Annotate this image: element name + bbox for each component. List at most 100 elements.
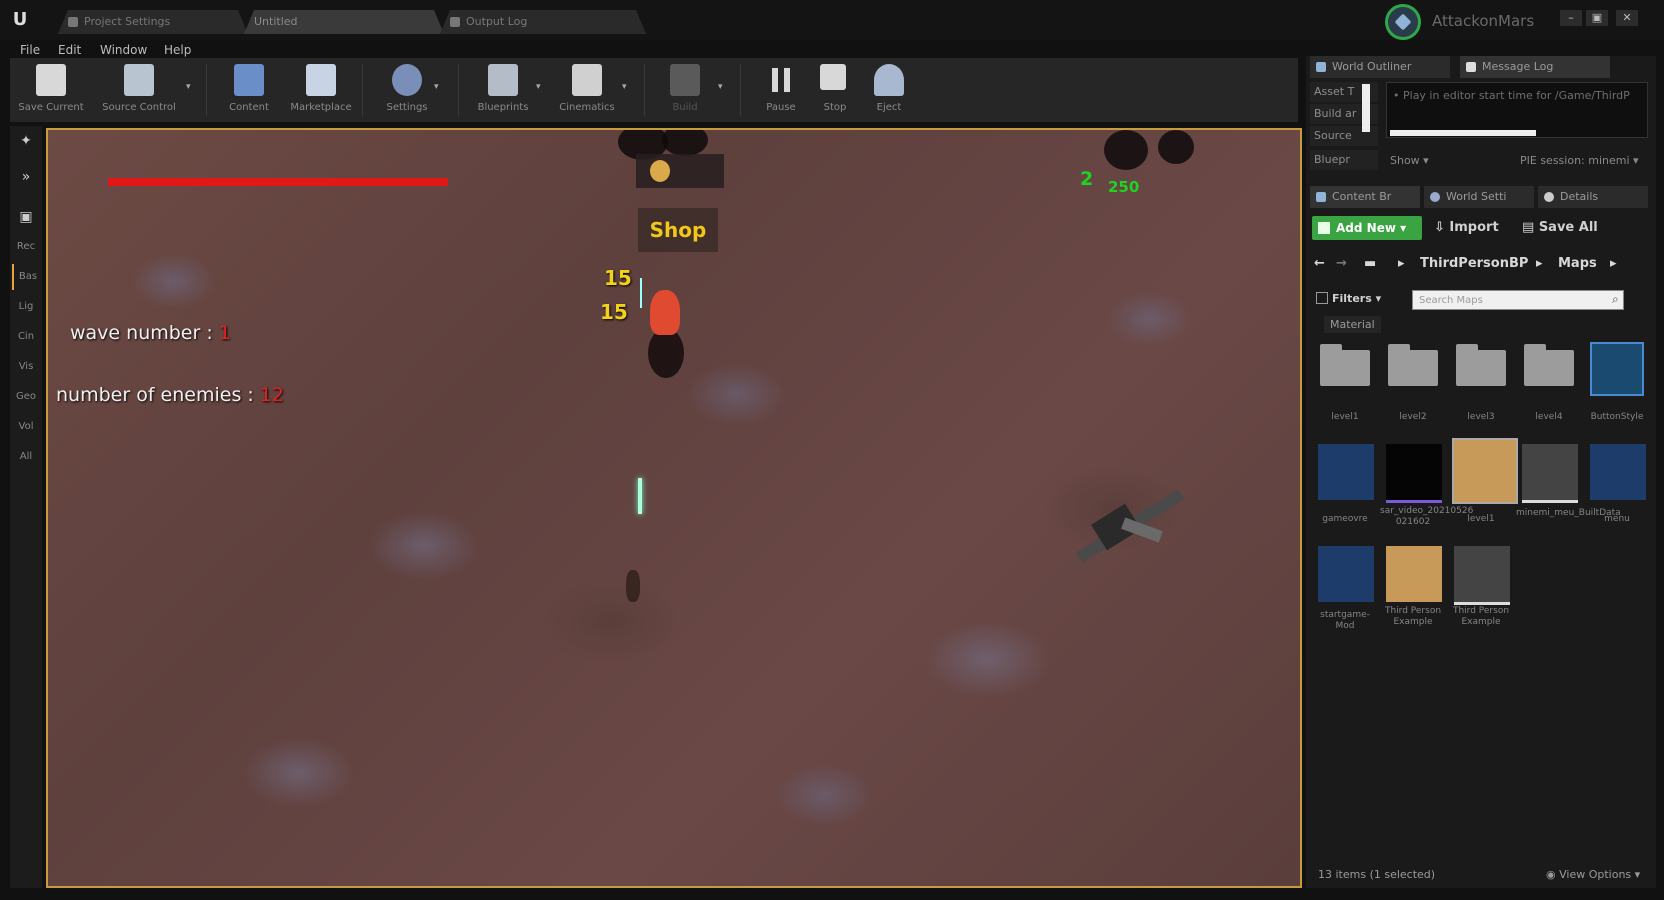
build-dropdown-icon[interactable]: ▾ xyxy=(718,82,723,92)
minimize-button[interactable]: – xyxy=(1560,10,1582,26)
save-current-button[interactable]: Save Current xyxy=(18,60,84,120)
folder-icon[interactable] xyxy=(1320,344,1370,386)
asset-label: level2 xyxy=(1399,412,1427,422)
project-name: AttackonMars xyxy=(1432,12,1535,30)
mode-visual[interactable]: Vis xyxy=(12,354,40,380)
widget-blueprint-icon[interactable] xyxy=(1318,444,1374,500)
settings-tab-icon xyxy=(68,17,78,27)
breadcrumb-maps[interactable]: Maps xyxy=(1558,256,1597,271)
unreal-logo-icon[interactable]: U xyxy=(6,6,34,34)
toolbar-divider xyxy=(644,64,645,116)
place-mode-icon[interactable]: ✦ xyxy=(12,128,40,154)
level-asset-icon[interactable] xyxy=(1386,546,1442,602)
built-data-icon[interactable] xyxy=(1522,444,1578,503)
folder-icon[interactable] xyxy=(1524,344,1574,386)
source-control-button[interactable]: Source Control xyxy=(102,60,176,120)
eye-icon: ◉ xyxy=(1546,868,1560,881)
mode-recent[interactable]: Rec xyxy=(12,234,40,260)
built-data-icon[interactable] xyxy=(1454,546,1510,605)
money-count: 250 xyxy=(1108,178,1140,196)
menu-file[interactable]: File xyxy=(20,40,40,60)
add-new-icon xyxy=(1318,222,1330,234)
mode-lights[interactable]: Lig xyxy=(12,294,40,320)
asset-label: startgame-Mod xyxy=(1320,610,1370,631)
expand-mode-icon[interactable]: » xyxy=(12,164,40,190)
mode-all-classes[interactable]: All xyxy=(12,444,40,470)
settings-dropdown-icon[interactable]: ▾ xyxy=(434,82,439,92)
game-viewport[interactable]: wave number :1 number of enemies :12 Sho… xyxy=(46,128,1302,888)
mode-geometry[interactable]: Geo xyxy=(12,384,40,410)
content-button[interactable]: Content xyxy=(218,60,280,120)
mode-volumes[interactable]: Vol xyxy=(12,414,40,440)
tab-content-browser[interactable]: Content Br xyxy=(1310,186,1420,208)
damage-number: 15 xyxy=(600,300,628,324)
tab-message-log[interactable]: Message Log xyxy=(1460,56,1610,78)
breadcrumb-separator-icon: ▸ xyxy=(1536,256,1543,271)
save-all-button[interactable]: ▤ Save All xyxy=(1522,220,1598,235)
weapon-beam xyxy=(640,278,642,308)
pie-session-dropdown[interactable]: PIE session: minemi ▾ xyxy=(1520,154,1639,167)
level-asset-icon[interactable] xyxy=(1452,438,1518,504)
settings-button[interactable]: Settings xyxy=(376,60,438,120)
build-button[interactable]: Build xyxy=(654,60,716,120)
shop-button[interactable]: Shop xyxy=(638,208,718,252)
blueprints-button[interactable]: Blueprints xyxy=(472,60,534,120)
marketplace-button[interactable]: Marketplace xyxy=(290,60,352,120)
close-button[interactable]: ✕ xyxy=(1616,10,1638,26)
gamemode-asset-icon[interactable] xyxy=(1318,546,1374,602)
wave-counter: wave number :1 xyxy=(70,322,231,344)
view-options-button[interactable]: ◉ View Options ▾ xyxy=(1546,868,1640,881)
filter-chip-material[interactable]: Material xyxy=(1324,316,1381,333)
filters-dropdown[interactable]: Filters ▾ xyxy=(1332,292,1381,305)
tab-details[interactable]: Details xyxy=(1538,186,1648,208)
category-scrollbar[interactable] xyxy=(1362,84,1370,132)
message-scrollbar[interactable] xyxy=(1390,130,1536,136)
maximize-button[interactable]: ▣ xyxy=(1586,10,1608,26)
blueprints-icon xyxy=(488,64,518,96)
eject-button[interactable]: Eject xyxy=(858,60,920,120)
folder-icon[interactable] xyxy=(1388,344,1438,386)
button-style-asset-icon[interactable] xyxy=(1590,342,1644,396)
stop-icon xyxy=(820,64,846,90)
tab-level[interactable]: Untitled xyxy=(244,10,444,34)
tab-output-log[interactable]: Output Log xyxy=(440,10,646,34)
project-badge-icon[interactable] xyxy=(1385,4,1421,40)
tab-project-settings[interactable]: Project Settings xyxy=(58,10,248,34)
mode-cinematic[interactable]: Cin xyxy=(12,324,40,350)
search-maps-input[interactable]: Search Maps xyxy=(1412,290,1624,310)
menu-help[interactable]: Help xyxy=(164,40,191,60)
source-control-dropdown-icon[interactable]: ▾ xyxy=(186,82,191,92)
save-all-icon: ▤ xyxy=(1522,220,1539,235)
tab-world-settings[interactable]: World Setti xyxy=(1424,186,1534,208)
menu-window[interactable]: Window xyxy=(100,40,147,60)
breadcrumb-thirdpersonbp[interactable]: ThirdPersonBP xyxy=(1420,256,1528,271)
sources-toggle-icon[interactable] xyxy=(1316,292,1328,304)
search-icon: ⌕ xyxy=(1612,292,1619,306)
asset-label: level4 xyxy=(1535,412,1563,422)
folder-path-icon[interactable]: ▬ xyxy=(1364,256,1376,271)
forward-arrow-icon[interactable]: → xyxy=(1336,256,1347,271)
asset-label: Third Person Example xyxy=(1384,606,1442,627)
show-filter-dropdown[interactable]: Show ▾ xyxy=(1390,154,1429,167)
blueprints-dropdown-icon[interactable]: ▾ xyxy=(536,82,541,92)
cinematics-dropdown-icon[interactable]: ▾ xyxy=(622,82,627,92)
player-character xyxy=(642,270,690,378)
kill-count: 2 xyxy=(1080,168,1094,190)
message-category[interactable]: Bluepr xyxy=(1310,150,1378,170)
import-button[interactable]: ⇩ Import xyxy=(1434,220,1499,235)
widget-blueprint-icon[interactable] xyxy=(1590,444,1646,500)
cinematics-button[interactable]: Cinematics xyxy=(556,60,618,120)
edit-mode-icon[interactable]: ▣ xyxy=(12,204,40,230)
tab-world-outliner[interactable]: World Outliner xyxy=(1310,56,1450,78)
add-new-button[interactable]: Add New ▾ xyxy=(1312,216,1422,240)
settings-icon xyxy=(392,64,422,96)
asset-label: gameovre xyxy=(1322,514,1368,524)
media-asset-icon[interactable] xyxy=(1386,444,1442,503)
mode-basic[interactable]: Bas xyxy=(12,264,42,290)
menu-edit[interactable]: Edit xyxy=(58,40,81,60)
folder-icon[interactable] xyxy=(1456,344,1506,386)
health-bar xyxy=(108,178,448,186)
damage-number: 15 xyxy=(604,266,632,290)
back-arrow-icon[interactable]: ← xyxy=(1314,256,1325,271)
marketplace-icon xyxy=(306,64,336,96)
